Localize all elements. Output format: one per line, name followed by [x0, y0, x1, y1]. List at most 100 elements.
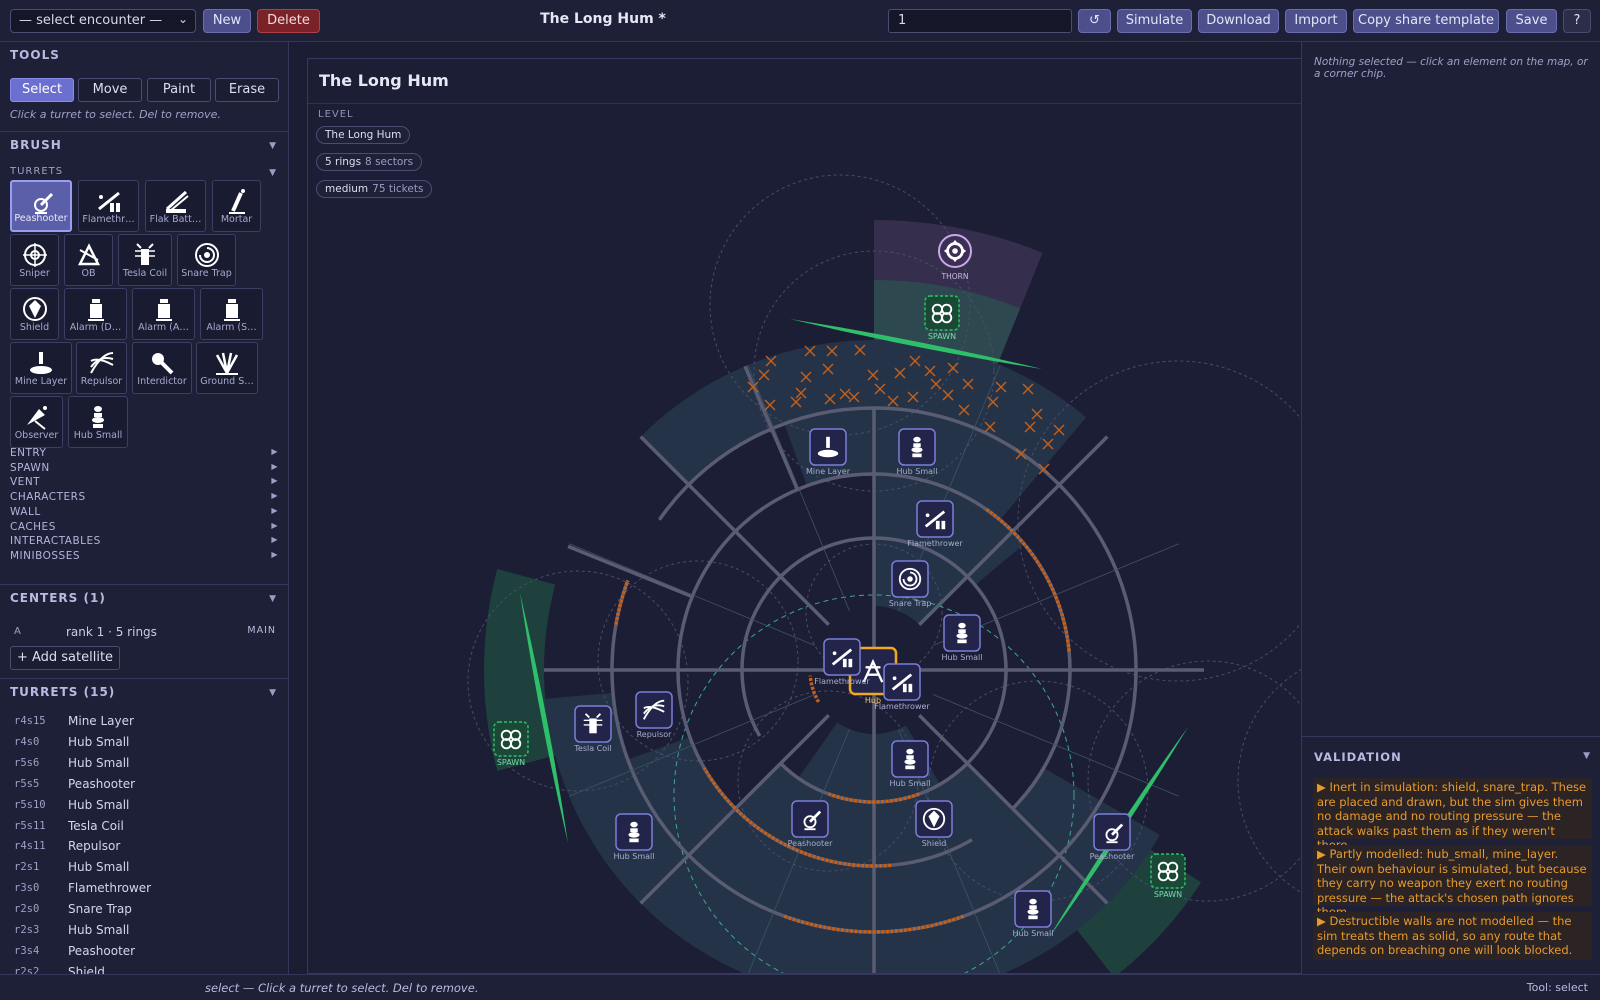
brush-tile-label: Mortar — [220, 214, 253, 225]
turret-list-row[interactable]: r4s11 Repulsor — [14, 838, 276, 856]
brush-tile-peashooter[interactable]: Peashooter — [10, 180, 72, 232]
brush-category-spawn[interactable]: SPAWN ▶ — [10, 462, 280, 474]
tesla-coil-icon — [135, 243, 155, 265]
rings-pill[interactable]: 5 rings 8 sectors — [316, 153, 423, 171]
turret-id: r5s5 — [14, 777, 40, 790]
brush-category-entry[interactable]: ENTRY ▶ — [10, 447, 280, 459]
turret-marker-snare-trap[interactable]: Snare Trap — [889, 560, 932, 608]
add-satellite-button[interactable]: + Add satellite — [10, 646, 120, 670]
tool-select-button[interactable]: Select — [10, 78, 74, 102]
brush-tile-mortar[interactable]: Mortar — [212, 180, 261, 232]
brush-tile-alarm[interactable]: Alarm (S… — [200, 288, 263, 340]
boss-marker[interactable]: THORN — [938, 234, 972, 281]
tool-erase-button[interactable]: Erase — [215, 78, 279, 102]
turret-list-row[interactable]: r5s5 Peashooter — [14, 776, 276, 794]
turret-marker-tesla-coil[interactable]: Tesla Coil — [573, 705, 612, 753]
brush-tile-repulsor[interactable]: Repulsor — [76, 342, 127, 394]
flak-battery-icon — [165, 190, 189, 213]
inspector-hint: Nothing selected — click an element on t… — [1314, 56, 1588, 80]
spawn-marker[interactable]: SPAWN — [493, 721, 529, 767]
brush-tile-alarm[interactable]: Alarm (A… — [132, 288, 195, 340]
brush-tile-sniper[interactable]: Sniper — [10, 234, 59, 286]
marker-label: Shield — [922, 839, 947, 848]
tool-paint-button[interactable]: Paint — [147, 78, 211, 102]
brush-tile-snare-trap[interactable]: Snare Trap — [177, 234, 236, 286]
delete-button[interactable]: Delete — [257, 9, 320, 33]
turrets-list-title: TURRETS (15) — [10, 685, 116, 699]
copy-share-template-button[interactable]: Copy share template — [1353, 9, 1499, 33]
turret-name: Repulsor — [68, 839, 121, 854]
spawn-marker[interactable]: SPAWN — [924, 295, 960, 341]
brush-category-wall[interactable]: WALL ▶ — [10, 506, 280, 518]
validation-warning: ▶ Partly modelled: hub_small, mine_layer… — [1313, 845, 1592, 919]
turret-marker-hub-small[interactable]: Hub Small — [897, 428, 938, 476]
reset-seed-button[interactable]: ↺ — [1078, 9, 1111, 33]
turret-id: r2s1 — [14, 861, 40, 874]
status-tool: Tool: select — [1526, 981, 1588, 994]
encounter-map[interactable]: THORNSPAWNSPAWNSPAWNHubMine Layer Hub Sma… — [308, 59, 1301, 974]
brush-tile-hub-small[interactable]: Hub Small — [68, 396, 128, 448]
turret-list-row[interactable]: r3s4 Peashooter — [14, 943, 276, 961]
seed-input[interactable]: 1 — [888, 9, 1072, 33]
difficulty-pill[interactable]: medium 75 tickets — [316, 180, 433, 198]
alarm-icon — [223, 299, 240, 321]
turret-name: Hub Small — [68, 755, 130, 770]
brush-tile-shield[interactable]: Shield — [10, 288, 59, 340]
turret-list-row[interactable]: r3s0 Flamethrower — [14, 880, 276, 898]
brush-category-vent[interactable]: VENT ▶ — [10, 476, 280, 488]
marker-label: Flamethrower — [907, 539, 963, 548]
collapse-caret-icon[interactable]: ▼ — [269, 594, 276, 604]
brush-tile-interdictor[interactable]: Interdictor — [132, 342, 192, 394]
download-button[interactable]: Download — [1198, 9, 1279, 33]
brush-tile-ob[interactable]: OB — [64, 234, 113, 286]
simulate-button[interactable]: Simulate — [1117, 9, 1192, 33]
turret-list-row[interactable]: r5s6 Hub Small — [14, 755, 276, 773]
brush-tile-ground-strike[interactable]: Ground S… — [196, 342, 258, 394]
brush-category-caches[interactable]: CACHES ▶ — [10, 521, 280, 533]
tools-section-title: TOOLS — [10, 48, 60, 62]
brush-tile-flak-battery[interactable]: Flak Batt… — [145, 180, 206, 232]
brush-tile-tesla-coil[interactable]: Tesla Coil — [118, 234, 172, 286]
tool-move-button[interactable]: Move — [78, 78, 142, 102]
turret-list-row[interactable]: r4s15 Mine Layer — [14, 713, 276, 731]
brush-tile-flamethrower[interactable]: Flamethr… — [78, 180, 139, 232]
turret-marker-hub-small[interactable]: Hub Small — [942, 614, 983, 662]
spawn-marker[interactable]: SPAWN — [1150, 853, 1186, 899]
turret-list-row[interactable]: r4s0 Hub Small — [14, 734, 276, 752]
turret-list-row[interactable]: r2s1 Hub Small — [14, 859, 276, 877]
turret-marker-repulsor[interactable]: Repulsor — [635, 691, 673, 739]
brush-tile-mine-layer[interactable]: Mine Layer — [10, 342, 72, 394]
turret-marker-hub-small[interactable]: Hub Small — [1013, 890, 1054, 938]
turret-list-row[interactable]: r2s0 Snare Trap — [14, 901, 276, 919]
map-title: The Long Hum — [319, 71, 449, 90]
brush-category-interactables[interactable]: INTERACTABLES ▶ — [10, 535, 280, 547]
import-button[interactable]: Import — [1285, 9, 1347, 33]
turret-list-row[interactable]: r5s10 Hub Small — [14, 797, 276, 815]
turret-marker-peashooter[interactable]: Peashooter — [1090, 813, 1135, 861]
turret-marker-peashooter[interactable]: Peashooter — [788, 800, 833, 848]
turret-list-row[interactable]: r5s11 Tesla Coil — [14, 818, 276, 836]
brush-category-characters[interactable]: CHARACTERS ▶ — [10, 491, 280, 503]
brush-category-minibosses[interactable]: MINIBOSSES ▶ — [10, 550, 280, 562]
brush-tile-observer[interactable]: Observer — [10, 396, 63, 448]
category-label: WALL — [10, 505, 41, 518]
level-name-pill[interactable]: The Long Hum — [316, 126, 411, 144]
encounter-select[interactable]: — select encounter — ⌄ — [10, 9, 196, 33]
turret-name: Hub Small — [68, 923, 130, 937]
turret-list-row[interactable]: r2s3 Hub Small — [14, 922, 276, 940]
collapse-caret-icon[interactable]: ▼ — [269, 688, 276, 698]
save-button[interactable]: Save — [1506, 9, 1557, 33]
turret-marker-hub-small[interactable]: Hub Small — [890, 740, 931, 788]
brush-tile-alarm[interactable]: Alarm (D… — [64, 288, 127, 340]
turret-list-row[interactable]: r2s2 Shield — [14, 964, 276, 974]
help-button[interactable]: ? — [1563, 9, 1591, 33]
collapse-caret-icon[interactable]: ▼ — [269, 141, 276, 151]
turret-marker-hub-small[interactable]: Hub Small — [614, 813, 655, 861]
collapse-caret-icon[interactable]: ▼ — [269, 168, 276, 178]
collapse-caret-icon[interactable]: ▼ — [1583, 751, 1590, 761]
marker-label: Hub Small — [890, 779, 931, 788]
turret-marker-mine-layer[interactable]: Mine Layer — [806, 428, 851, 476]
radial-wall — [630, 570, 693, 599]
centers-section-title: CENTERS (1) — [10, 591, 106, 605]
new-button[interactable]: New — [203, 9, 251, 33]
